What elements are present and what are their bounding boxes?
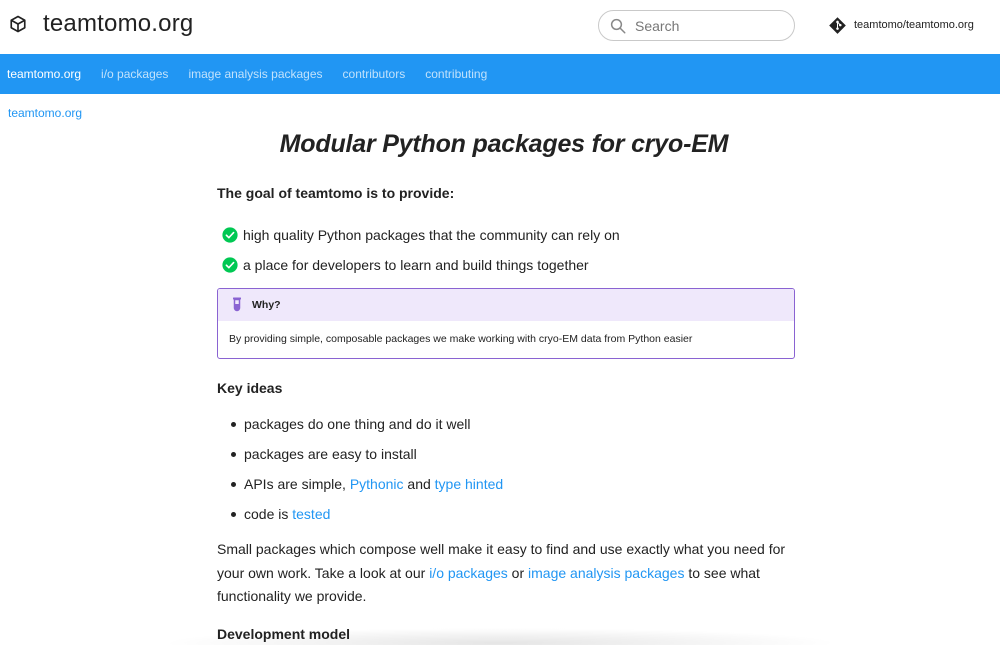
why-admonition: Why? By providing simple, composable pac…	[217, 288, 795, 359]
io-packages-link[interactable]: i/o packages	[429, 565, 508, 581]
image-analysis-packages-link[interactable]: image analysis packages	[528, 565, 684, 581]
goal-list: high quality Python packages that the co…	[222, 220, 620, 280]
sidebar-home-link[interactable]: teamtomo.org	[8, 106, 82, 120]
admonition-body: By providing simple, composable packages…	[229, 333, 693, 345]
tab-image-analysis-packages[interactable]: image analysis packages	[188, 67, 322, 81]
tab-io-packages[interactable]: i/o packages	[101, 67, 168, 81]
admonition-title: Why?	[252, 299, 281, 311]
list-item: packages do one thing and do it well	[231, 409, 503, 439]
goal-text: high quality Python packages that the co…	[243, 227, 620, 243]
key-ideas-list: packages do one thing and do it well pac…	[231, 409, 503, 529]
search-input[interactable]	[635, 15, 785, 37]
list-item: high quality Python packages that the co…	[222, 220, 620, 250]
tab-teamtomo[interactable]: teamtomo.org	[7, 67, 81, 81]
type-hinted-link[interactable]: type hinted	[435, 476, 504, 492]
check-circle-icon	[222, 227, 238, 243]
search-box[interactable]	[598, 10, 795, 41]
repo-link[interactable]: teamtomo/teamtomo.org	[828, 15, 974, 35]
nav-tabs: teamtomo.org i/o packages image analysis…	[0, 54, 1000, 94]
intro-paragraph: Small packages which compose well make i…	[217, 541, 786, 604]
site-title[interactable]: teamtomo.org	[43, 10, 193, 38]
check-circle-icon	[222, 257, 238, 273]
key-ideas-heading: Key ideas	[217, 380, 283, 396]
key-idea-text: packages do one thing and do it well	[244, 416, 471, 432]
goal-heading: The goal of teamtomo is to provide:	[217, 185, 455, 201]
main-content: Modular Python packages for cryo-EM The …	[217, 130, 795, 642]
site-header: teamtomo.org teamtomo/teamtomo.org	[0, 0, 1000, 54]
key-idea-text: packages are easy to install	[244, 446, 417, 462]
repo-label: teamtomo/teamtomo.org	[854, 19, 974, 31]
key-idea-text: code is tested	[244, 506, 331, 522]
cube-icon[interactable]	[9, 15, 27, 33]
search-icon	[610, 18, 626, 34]
development-model-heading: Development model	[217, 626, 351, 642]
tab-contributors[interactable]: contributors	[343, 67, 406, 81]
flask-icon	[233, 297, 241, 312]
admonition-header: Why?	[218, 289, 794, 321]
list-item: code is tested	[231, 499, 503, 529]
key-idea-text: APIs are simple, Pythonic and type hinte…	[244, 476, 504, 492]
list-item: APIs are simple, Pythonic and type hinte…	[231, 469, 503, 499]
tested-link[interactable]: tested	[292, 506, 330, 522]
list-item: packages are easy to install	[231, 439, 503, 469]
tab-contributing[interactable]: contributing	[425, 67, 487, 81]
page-title: Modular Python packages for cryo-EM	[279, 130, 729, 158]
pythonic-link[interactable]: Pythonic	[350, 476, 404, 492]
goal-text: a place for developers to learn and buil…	[243, 257, 589, 273]
list-item: a place for developers to learn and buil…	[222, 250, 620, 280]
git-icon	[829, 16, 846, 34]
